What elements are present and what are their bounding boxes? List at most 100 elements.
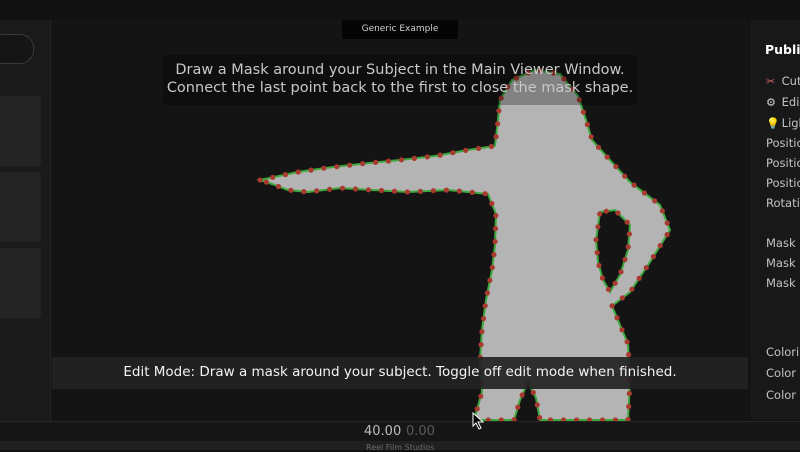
mask-control-point[interactable] — [424, 154, 430, 160]
mask-control-point[interactable] — [450, 150, 456, 156]
right-item-mask-3[interactable]: Mask S — [766, 276, 800, 290]
mask-control-point[interactable] — [643, 265, 649, 271]
mask-control-point[interactable] — [612, 280, 618, 286]
mask-control-point[interactable] — [595, 144, 602, 150]
mask-control-point[interactable] — [456, 188, 462, 194]
mask-control-point[interactable] — [624, 219, 630, 225]
mask-control-point[interactable] — [664, 232, 670, 238]
mask-control-point[interactable] — [398, 157, 404, 163]
mask-control-point[interactable] — [615, 210, 621, 216]
mask-control-point[interactable] — [479, 329, 485, 335]
mask-control-point[interactable] — [463, 147, 469, 153]
mask-control-point[interactable] — [352, 186, 359, 192]
mask-control-point[interactable] — [340, 185, 346, 191]
mask-control-point[interactable] — [492, 239, 498, 245]
mask-control-point[interactable] — [618, 269, 624, 275]
mask-control-point[interactable] — [609, 303, 615, 309]
mask-control-point[interactable] — [515, 404, 521, 410]
mask-control-point[interactable] — [476, 145, 482, 151]
mask-control-point[interactable] — [478, 393, 484, 399]
mask-control-point[interactable] — [619, 327, 625, 333]
mask-control-point[interactable] — [493, 134, 499, 140]
mask-control-point[interactable] — [613, 164, 619, 170]
right-item-cut[interactable]: ✂ Cut — [766, 74, 800, 88]
mask-control-point[interactable] — [334, 164, 340, 170]
mask-control-point[interactable] — [597, 211, 603, 217]
mask-control-point[interactable] — [282, 172, 288, 178]
mask-control-point[interactable] — [288, 187, 294, 193]
mask-control-point[interactable] — [270, 174, 276, 180]
mask-control-point[interactable] — [360, 161, 366, 167]
mask-control-point[interactable] — [584, 121, 590, 128]
mask-control-point[interactable] — [491, 252, 497, 258]
mask-control-point[interactable] — [622, 173, 628, 179]
mask-control-point[interactable] — [482, 303, 488, 309]
mask-control-point[interactable] — [626, 403, 632, 410]
mask-control-point[interactable] — [664, 220, 670, 226]
right-item-rotation[interactable]: Rotatio — [766, 196, 800, 210]
mask-control-point[interactable] — [614, 315, 620, 321]
mask-control-point[interactable] — [489, 200, 495, 207]
mask-control-point[interactable] — [657, 243, 663, 249]
right-item-edit[interactable]: ⚙ Edi — [766, 95, 799, 109]
mask-control-point[interactable] — [492, 226, 499, 232]
right-item-position-z[interactable]: Positio — [766, 176, 800, 190]
mask-control-point[interactable] — [626, 231, 632, 237]
mask-control-point[interactable] — [308, 167, 314, 173]
mask-control-point[interactable] — [537, 415, 543, 421]
right-item-light[interactable]: 💡 Ligh — [766, 116, 800, 130]
mask-control-point[interactable] — [257, 177, 263, 183]
mask-control-point[interactable] — [263, 179, 269, 185]
right-item-position-y[interactable]: Positio — [766, 156, 800, 170]
mask-control-point[interactable] — [599, 275, 606, 281]
mask-control-point[interactable] — [478, 342, 484, 348]
mask-control-point[interactable] — [519, 392, 525, 398]
mask-control-point[interactable] — [321, 165, 327, 171]
mask-control-point[interactable] — [482, 191, 488, 197]
mask-control-point[interactable] — [295, 169, 301, 175]
mask-control-point[interactable] — [534, 402, 540, 408]
mask-control-point[interactable] — [378, 187, 385, 194]
right-item-position-x[interactable]: Positio — [766, 136, 800, 150]
mask-control-point[interactable] — [437, 152, 443, 158]
right-item-color-1[interactable]: Color — [766, 366, 796, 380]
mask-control-point[interactable] — [327, 186, 333, 192]
right-item-color-2[interactable]: Color — [766, 388, 796, 402]
mask-control-point[interactable] — [530, 389, 536, 396]
mask-control-point[interactable] — [365, 187, 372, 193]
mask-control-point[interactable] — [603, 208, 609, 214]
mask-control-point[interactable] — [487, 277, 493, 283]
mask-control-point[interactable] — [496, 108, 502, 114]
mask-control-point[interactable] — [347, 162, 353, 168]
mask-control-point[interactable] — [631, 182, 637, 188]
right-item-mask-1[interactable]: Mask S — [766, 236, 800, 250]
mask-control-point[interactable] — [659, 208, 666, 214]
mask-control-point[interactable] — [650, 254, 657, 260]
mask-control-point[interactable] — [373, 159, 379, 165]
mask-control-point[interactable] — [625, 244, 631, 250]
mask-control-point[interactable] — [404, 189, 410, 195]
mask-control-point[interactable] — [275, 183, 282, 190]
mask-control-point[interactable] — [619, 295, 626, 301]
mask-control-point[interactable] — [593, 237, 599, 243]
mask-control-point[interactable] — [622, 256, 628, 263]
mask-control-point[interactable] — [314, 188, 320, 194]
mask-control-point[interactable] — [596, 262, 602, 269]
right-item-coloring[interactable]: Colori — [766, 345, 799, 359]
right-item-mask-2[interactable]: Mask S — [766, 256, 800, 270]
mask-control-point[interactable] — [495, 121, 501, 127]
mask-control-point[interactable] — [385, 158, 392, 164]
mask-control-point[interactable] — [430, 188, 436, 194]
mask-control-point[interactable] — [580, 109, 587, 115]
mask-control-point[interactable] — [626, 390, 632, 397]
mask-control-point[interactable] — [588, 134, 594, 140]
mask-control-point[interactable] — [594, 250, 600, 256]
mask-control-point[interactable] — [484, 290, 490, 296]
mask-control-point[interactable] — [488, 143, 494, 150]
mask-control-point[interactable] — [417, 188, 423, 194]
mask-control-point[interactable] — [411, 155, 417, 161]
mask-control-point[interactable] — [636, 275, 642, 281]
mask-control-point[interactable] — [629, 286, 635, 292]
mask-control-point[interactable] — [641, 190, 648, 196]
mask-control-point[interactable] — [604, 154, 610, 160]
